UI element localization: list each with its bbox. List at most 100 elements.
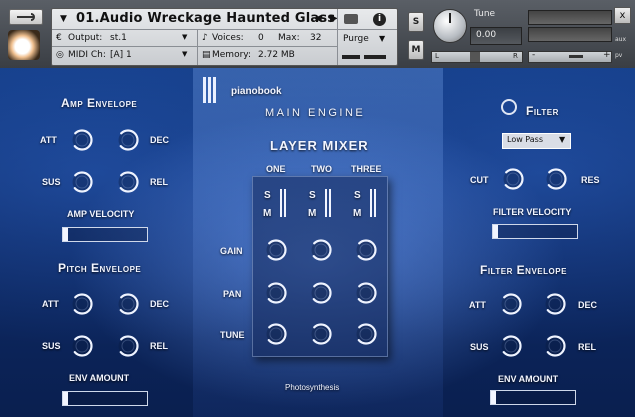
tune-row-label: TUNE [220,330,245,340]
layer-two-mute-button[interactable]: M [308,208,316,219]
pitch-attack-knob[interactable] [70,292,94,316]
pitch-sustain-knob[interactable] [70,334,94,358]
main-engine-title: MAIN ENGINE [265,107,366,119]
volume-slider[interactable]: - + [528,50,612,63]
filter-env-amount-label: ENV AMOUNT [498,374,559,384]
midi-icon: ◎ [56,50,64,60]
purge-button[interactable]: Purge [343,34,369,44]
chevron-down-icon[interactable]: ▼ [182,50,187,58]
voices-value: 0 [258,33,264,43]
pan-row-label: PAN [223,289,242,299]
slider-fill [63,392,68,405]
slider-fill [491,391,496,404]
tune-knob[interactable] [433,9,467,43]
instrument-body: Amp Envelope ATT DEC SUS REL AMP VELOCIT… [0,68,635,417]
filter-enable-toggle[interactable] [501,99,517,115]
filter-res-label: RES [581,175,600,185]
amp-attack-knob[interactable] [70,128,94,152]
close-button[interactable]: x [614,7,631,24]
layer-three-pan-knob[interactable] [354,281,378,305]
output-value[interactable]: st.1 [110,33,127,43]
layer-three-tune-knob[interactable] [354,322,378,346]
filter-sustain-knob[interactable] [499,334,523,358]
layer-mixer-title: LAYER MIXER [270,138,369,153]
voices-icon: ♪ [202,33,208,43]
layer-three-label: THREE [351,164,382,174]
memory-label: Memory: [212,50,251,60]
prev-instrument-icon[interactable]: ◀ [314,13,322,24]
layer-two-gain-knob[interactable] [309,238,333,262]
chevron-down-icon[interactable]: ▼ [182,33,187,41]
info-icon[interactable]: i [373,13,386,26]
caret-down-icon[interactable]: ▼ [60,14,67,24]
wrench-icon[interactable] [9,9,43,25]
pitch-decay-knob[interactable] [116,292,140,316]
purge-bar [364,55,386,59]
voices-label: Voices: [212,33,244,43]
filter-release-knob[interactable] [543,334,567,358]
filter-decay-knob[interactable] [543,292,567,316]
pianobook-logo-icon [203,77,217,103]
max-voices-value[interactable]: 32 [310,33,321,43]
pitch-att-label: ATT [42,299,59,309]
divider [337,9,338,65]
preset-name: Photosynthesis [285,383,340,392]
level-meter-right [528,27,612,42]
layer-three-solo-button[interactable]: S [354,190,361,201]
volume-slider-handle[interactable] [569,55,583,58]
memory-icon: ▤ [202,50,211,60]
instrument-name[interactable]: 01.Audio Wreckage Haunted Glass [76,11,335,26]
pianobook-logo-text: pianobook [231,86,282,97]
instrument-header: ▼ 01.Audio Wreckage Haunted Glass ◀ ▶ i … [0,0,635,69]
layer-one-pan-knob[interactable] [264,281,288,305]
layer-one-mute-button[interactable]: M [263,208,271,219]
layer-one-gain-knob[interactable] [264,238,288,262]
slider-fill [63,228,68,241]
mute-button[interactable]: M [408,40,424,60]
pan-slider[interactable]: L R [431,51,523,63]
camera-icon[interactable] [344,14,358,24]
pitch-release-knob[interactable] [116,334,140,358]
filter-type-value: Low Pass [507,135,543,144]
amp-velocity-slider[interactable] [62,227,148,242]
tune-value-field[interactable]: 0.00 [470,27,522,45]
solo-button[interactable]: S [408,12,424,32]
pan-slider-handle[interactable] [470,52,480,62]
pan-right-label: R [513,52,518,60]
amp-decay-knob[interactable] [116,128,140,152]
layer-one-solo-button[interactable]: S [264,190,271,201]
pv-button[interactable]: pv [615,52,622,59]
filter-envelope-title: Filter Envelope [480,263,567,277]
layer-one-label: ONE [266,164,286,174]
filter-type-select[interactable]: Low Pass ▼ [502,133,571,149]
layer-three-mute-button[interactable]: M [353,208,361,219]
layer-two-tune-knob[interactable] [309,322,333,346]
layer-two-solo-button[interactable]: S [309,190,316,201]
filter-attack-knob[interactable] [499,292,523,316]
filter-resonance-knob[interactable] [544,167,568,191]
pitch-rel-label: REL [150,341,168,351]
chevron-down-icon[interactable]: ▼ [379,34,385,43]
instrument-icon[interactable] [8,30,40,60]
gain-row-label: GAIN [220,246,243,256]
volume-plus-label: + [603,50,611,60]
layer-three-gain-knob[interactable] [354,238,378,262]
filter-env-amount-slider[interactable] [490,390,576,405]
amp-sustain-knob[interactable] [70,170,94,194]
knob-pointer [449,13,451,23]
amp-dec-label: DEC [150,135,170,145]
instrument-name-panel: ▼ 01.Audio Wreckage Haunted Glass ◀ ▶ i … [51,8,398,66]
filter-cutoff-knob[interactable] [501,167,525,191]
slider-fill [493,225,498,238]
layer-two-pan-knob[interactable] [309,281,333,305]
layer-three-level-meter [370,189,377,217]
filter-velocity-slider[interactable] [492,224,578,239]
pitch-env-amount-slider[interactable] [62,391,148,406]
layer-one-tune-knob[interactable] [264,322,288,346]
amp-release-knob[interactable] [116,170,140,194]
midi-channel-value[interactable]: [A] 1 [110,50,132,60]
amp-rel-label: REL [150,177,168,187]
aux-button[interactable]: aux [615,36,626,43]
pitch-envelope-title: Pitch Envelope [58,261,142,275]
memory-value: 2.72 MB [258,50,295,60]
